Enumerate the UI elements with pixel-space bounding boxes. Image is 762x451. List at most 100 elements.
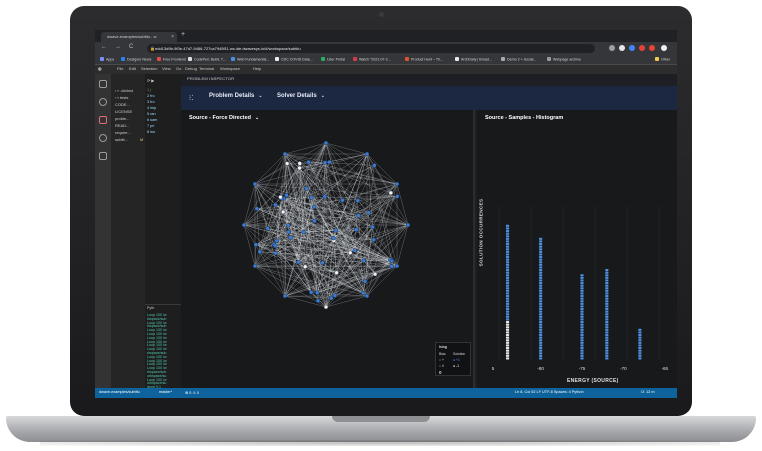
graph-node[interactable] [273,250,278,256]
histogram-bar-segment[interactable] [505,357,510,360]
histogram-bar-segment[interactable] [505,315,510,318]
histogram-bar-segment[interactable] [580,297,584,300]
histogram-bar-segment[interactable] [539,305,543,308]
graph-node[interactable] [361,258,366,263]
star-icon[interactable] [609,45,615,51]
graph-node[interactable] [371,237,377,242]
histogram-bar-segment[interactable] [580,310,584,313]
histogram-bar-segment[interactable] [638,336,642,339]
graph-node[interactable] [394,181,400,187]
explorer-item[interactable]: require... [115,130,131,135]
histogram-bar-segment[interactable] [505,256,510,259]
histogram-bar-segment[interactable] [580,354,584,357]
histogram-bar-segment[interactable] [605,292,609,295]
histogram-bar-segment[interactable] [505,243,510,246]
histogram-bar-segment[interactable] [580,284,584,287]
explorer-item[interactable]: subtit... [115,137,128,142]
bookmark-item[interactable]: Watch "2021-07-2... [353,57,391,62]
histogram-bar-segment[interactable] [505,323,510,326]
menu-selection[interactable]: Selection [141,66,157,71]
histogram-bar-segment[interactable] [539,297,543,300]
histogram-bar-segment[interactable] [539,263,543,266]
histogram-bar-segment[interactable] [505,313,510,316]
graph-node[interactable] [297,161,302,166]
histogram-bar-segment[interactable] [505,339,510,342]
histogram-bar-segment[interactable] [505,253,510,256]
histogram-bar-segment[interactable] [605,310,609,313]
histogram-bar-segment[interactable] [580,289,584,292]
histogram-bar-segment[interactable] [605,326,609,329]
graph-node[interactable] [389,264,394,269]
histogram-bar-segment[interactable] [539,240,543,243]
explorer-item[interactable]: proble... [115,116,129,121]
histogram-bar-segment[interactable] [638,339,642,342]
status-branch[interactable]: master* [159,390,172,394]
graph-node[interactable] [405,222,411,228]
editor-toolbar-icon[interactable]: ⟳ ▶ [147,78,154,83]
histogram-bar-segment[interactable] [605,287,609,290]
histogram-bar-segment[interactable] [539,284,543,287]
histogram-bar-segment[interactable] [605,334,609,337]
histogram-bar-segment[interactable] [605,300,609,303]
histogram-bar-segment[interactable] [605,279,609,282]
graph-node[interactable] [355,198,361,203]
graph-node[interactable] [388,190,394,196]
close-icon[interactable]: × [171,32,174,42]
histogram-bar-segment[interactable] [539,261,543,264]
histogram-bar-segment[interactable] [539,253,543,256]
histogram-bar-segment[interactable] [580,315,584,318]
extension-icon[interactable] [629,45,635,51]
histogram-bar-segment[interactable] [505,289,510,292]
histogram-bar-segment[interactable] [605,341,609,344]
force-directed-graph[interactable] [181,110,475,388]
graph-node[interactable] [308,290,314,295]
code-editor[interactable]: ⟳ ▶ 1 | 2 fro 3 fro 4 imp 5 ran 6 sam 7 … [145,74,181,304]
histogram-bar-segment[interactable] [505,230,510,233]
graph-node[interactable] [389,258,395,264]
histogram-bar-segment[interactable] [539,310,543,313]
status-problems[interactable]: ⊗ 0 ⚠ 0 [185,390,199,395]
histogram-bar-segment[interactable] [605,352,609,355]
histogram-bar-segment[interactable] [505,269,510,272]
explorer-item[interactable]: CODE... [115,102,130,107]
histogram-bar-segment[interactable] [605,357,609,360]
histogram-bar-segment[interactable] [539,349,543,352]
histogram-chart[interactable]: 5 -80 -75 -70 -65 [477,110,677,388]
browser-tab[interactable]: dwave-examples/subtitu - w × [101,32,177,42]
histogram-bar-segment[interactable] [580,295,584,298]
histogram-bar-segment[interactable] [539,245,543,248]
graph-node[interactable] [265,226,270,231]
graph-node[interactable] [309,195,314,200]
histogram-bar-segment[interactable] [539,274,543,277]
histogram-bar-segment[interactable] [605,323,609,326]
graph-node[interactable] [322,194,327,199]
files-icon[interactable] [99,80,107,88]
histogram-bar-segment[interactable] [505,240,510,243]
histogram-bar-segment[interactable] [580,336,584,339]
bookmark-item[interactable]: ArchDaily | Broad... [455,57,492,62]
menu-debug[interactable]: Debug [185,66,197,71]
histogram-bar-segment[interactable] [605,289,609,292]
graph-node[interactable] [364,293,370,299]
extension-icon[interactable] [649,45,655,51]
histogram-bar-segment[interactable] [539,271,543,274]
histogram-bar-segment[interactable] [505,284,510,287]
histogram-bar-segment[interactable] [505,336,510,339]
graph-node[interactable] [320,260,325,266]
graph-node[interactable] [304,186,309,191]
histogram-bar-segment[interactable] [580,308,584,311]
histogram-bar-segment[interactable] [605,339,609,342]
graph-node[interactable] [372,163,377,168]
histogram-bar-segment[interactable] [505,295,510,298]
histogram-bar-segment[interactable] [539,276,543,279]
histogram-bar-segment[interactable] [539,313,543,316]
bookmark-item[interactable]: Free Frontend [157,57,186,62]
histogram-bar-segment[interactable] [505,224,510,227]
histogram-bar-segment[interactable] [580,341,584,344]
bookmark-item[interactable]: Web Fundamental... [231,57,269,62]
search-icon[interactable] [99,98,107,106]
graph-node[interactable] [297,165,302,171]
graph-node[interactable] [284,193,289,198]
histogram-bar-segment[interactable] [539,308,543,311]
histogram-bar-segment[interactable] [580,334,584,337]
